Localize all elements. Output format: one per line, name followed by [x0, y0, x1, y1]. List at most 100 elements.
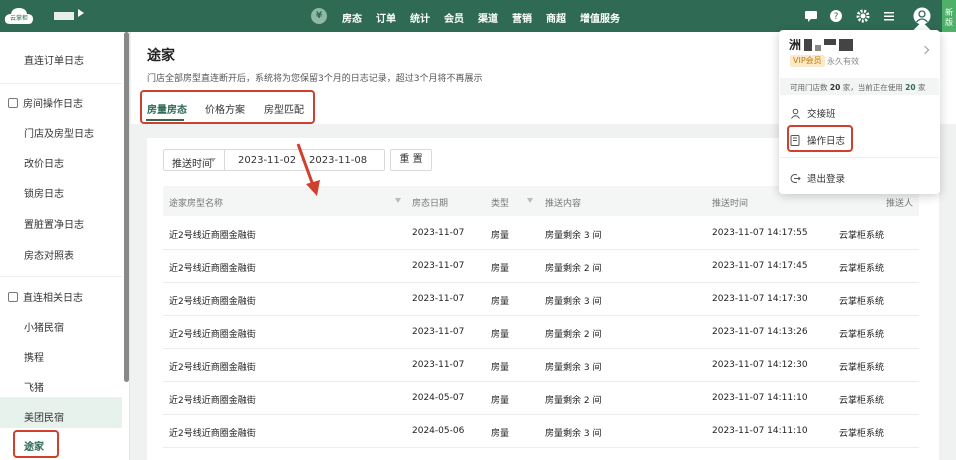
hotel-name-redacted[interactable]: [54, 12, 74, 20]
table-cell: 近2号线近商圈金融街: [169, 396, 256, 406]
quota-mid: 家，当前正在使用: [842, 83, 903, 92]
store-quota: 可用门店数 20 家，当前正在使用 20 家: [780, 78, 939, 95]
menu-item-label: 交接班: [807, 109, 836, 120]
caret-right-icon[interactable]: [78, 9, 84, 17]
table-cell: 近2号线近商圈金融街: [169, 231, 256, 241]
redacted-block: [804, 38, 813, 51]
table-row[interactable]: 近2号线近商圈金融街 2023-11-07 房量 房量剩余 3 间 2023-11-07…: [163, 217, 919, 250]
nav-room-status[interactable]: 房态: [342, 10, 362, 25]
table-cell: 房量剩余 3 间: [545, 429, 602, 439]
sidebar-item-price-change-log[interactable]: 改价日志: [24, 155, 64, 170]
sidebar-item-direct-order-log[interactable]: 直连订单日志: [24, 52, 84, 67]
vip-validity: 永久有效: [827, 57, 859, 66]
table-cell: 2023-11-07: [412, 261, 465, 271]
sidebar-group-label: 直连相关日志: [23, 293, 83, 304]
table-row[interactable]: 近2号线近商圈金融街 2023-11-07 房量 房量剩余 3 间 2023-11-07…: [163, 349, 919, 382]
sidebar-item-lock-room-log[interactable]: 锁房日志: [24, 185, 64, 200]
menu-item-shift-handover[interactable]: 交接班: [790, 106, 836, 120]
sidebar-group-direct-logs[interactable]: 直连相关日志: [8, 289, 83, 304]
table-row[interactable]: 近2号线近商圈金融街 2024-05-06 房量 房量剩余 3 间 2023-11-07…: [163, 415, 919, 448]
vip-badge: VIP会员: [790, 55, 825, 67]
table-cell: 2023-11-07 14:13:26: [712, 327, 808, 337]
column-header-date: 房态日期: [412, 199, 449, 209]
nav-stats[interactable]: 统计: [410, 10, 430, 25]
page-title: 途家: [147, 48, 175, 64]
document-icon: [8, 291, 18, 302]
table-cell: 云掌柜系统: [839, 396, 885, 406]
table-cell: 云掌柜系统: [839, 363, 885, 373]
logo[interactable]: 云掌柜: [4, 6, 34, 26]
gear-icon[interactable]: [856, 9, 870, 23]
message-icon[interactable]: [804, 9, 818, 23]
redacted-block: [824, 38, 837, 45]
top-bar: 云掌柜 ¥ 房态 订单 统计 会员 渠道 营销 商超 增值服务 ?: [0, 0, 956, 32]
table-cell: 2023-11-07 14:17:30: [712, 294, 808, 304]
table-row[interactable]: 近2号线近商圈金融街 2023-11-07 房量 房量剩余 2 间 2023-11-07…: [163, 250, 919, 283]
table-cell: 房量: [491, 297, 510, 307]
table-cell: 2024-05-06: [412, 426, 465, 436]
sidebar-item-room-status-table[interactable]: 房态对照表: [24, 247, 74, 262]
annotation-arrow: [296, 143, 320, 196]
nav-mall[interactable]: 商超: [546, 10, 566, 25]
column-header-push-time: 推送时间: [712, 199, 749, 209]
table-cell: 2023-11-07 14:11:10: [712, 393, 808, 403]
table-cell: 房量: [491, 231, 510, 241]
user-name-initial: 洲: [789, 38, 802, 52]
user-name[interactable]: 洲: [789, 36, 854, 53]
table-cell: 2023-11-07: [412, 294, 465, 304]
highlight-box-operation-log: [787, 125, 853, 152]
nav-members[interactable]: 会员: [444, 10, 464, 25]
table-cell: 房量: [491, 330, 510, 340]
nav-value-added[interactable]: 增值服务: [580, 10, 620, 25]
sidebar-item-clean-dirty-log[interactable]: 置脏置净日志: [24, 216, 84, 231]
top-nav: 房态 订单 统计 会员 渠道 营销 商超 增值服务: [342, 10, 620, 25]
table-cell: 近2号线近商圈金融街: [169, 330, 256, 340]
table-row[interactable]: 近2号线近商圈金融街 2023-11-07 房量 房量剩余 3 间 2023-11-07…: [163, 283, 919, 316]
table-cell: 2023-11-07: [412, 228, 465, 238]
menu-item-logout[interactable]: 退出登录: [790, 171, 845, 185]
yen-icon[interactable]: ¥: [311, 8, 327, 24]
column-header-pusher: 推送人: [886, 199, 914, 209]
table-cell: 云掌柜系统: [839, 330, 885, 340]
reset-button[interactable]: 重 置: [390, 149, 432, 171]
sidebar-item-ctrip[interactable]: 携程: [24, 349, 44, 364]
help-icon[interactable]: ?: [829, 9, 843, 23]
filter-icon[interactable]: [395, 198, 401, 203]
table-cell: 房量剩余 3 间: [545, 297, 602, 307]
column-header-type: 类型: [491, 199, 510, 209]
quota-suffix: 家: [917, 83, 926, 92]
table-row[interactable]: 近2号线近商圈金融街 2024-05-07 房量 房量剩余 2 间 2023-11-07…: [163, 382, 919, 415]
sidebar-scrollbar[interactable]: [124, 32, 129, 382]
table-cell: 近2号线近商圈金融街: [169, 264, 256, 274]
filter-icon[interactable]: [527, 198, 533, 203]
table-cell: 房量: [491, 264, 510, 274]
table-cell: 近2号线近商圈金融街: [169, 363, 256, 373]
table-cell: 房量剩余 3 间: [545, 231, 602, 241]
table-cell: 2023-11-07 14:17:45: [712, 261, 808, 271]
table-cell: 云掌柜系统: [839, 264, 885, 274]
sidebar-group-room-ops[interactable]: 房间操作日志: [8, 95, 83, 110]
sidebar-group-label: 房间操作日志: [23, 99, 83, 110]
push-time-select-label: 推送时间: [172, 159, 212, 170]
nav-orders[interactable]: 订单: [376, 10, 396, 25]
highlight-box-tabs: [140, 90, 315, 124]
sidebar-item-fliggy[interactable]: 飞猪: [24, 379, 44, 394]
sidebar-item-meituan[interactable]: 美团民宿: [24, 409, 64, 424]
svg-text:?: ?: [834, 12, 839, 22]
table-row[interactable]: 近2号线近商圈金融街 2023-11-07 房量 房量剩余 2 间 2023-11-07…: [163, 316, 919, 349]
divider: [0, 83, 122, 84]
sidebar-item-xiaozhu[interactable]: 小猪民宿: [24, 319, 64, 334]
nav-marketing[interactable]: 营销: [512, 10, 532, 25]
logout-icon: [790, 173, 801, 183]
table-cell: 近2号线近商圈金融街: [169, 297, 256, 307]
table-cell: 房量: [491, 396, 510, 406]
table-cell: 云掌柜系统: [839, 231, 885, 241]
highlight-box-tujia: [13, 430, 59, 458]
quota-total: 20: [829, 83, 841, 92]
menu-icon[interactable]: [882, 9, 896, 23]
sidebar-item-store-roomtype-log[interactable]: 门店及房型日志: [24, 125, 94, 140]
divider: [780, 157, 939, 158]
nav-channels[interactable]: 渠道: [478, 10, 498, 25]
person-icon: [791, 108, 800, 119]
logo-text: 云掌柜: [9, 15, 28, 22]
